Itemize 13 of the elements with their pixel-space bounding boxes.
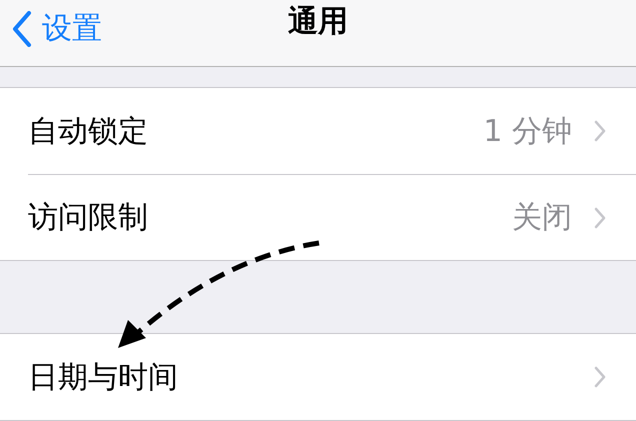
window-title: 通用 xyxy=(288,2,348,40)
chevron-icon xyxy=(594,366,606,388)
row-label: 日期与时间 xyxy=(28,358,179,396)
row-value: 1 分钟 xyxy=(483,112,572,150)
chevron-icon xyxy=(594,206,606,228)
row-label: 访问限制 xyxy=(28,199,149,237)
chevron-icon xyxy=(594,120,606,142)
back-chevron-icon xyxy=(12,10,32,46)
back-button[interactable]: 设置 xyxy=(12,6,102,51)
settings-row[interactable]: 自动锁定 1 分钟 xyxy=(28,88,636,174)
settings-row[interactable]: 访问限制 关闭 xyxy=(28,174,636,260)
row-label: 自动锁定 xyxy=(28,112,149,150)
row-value: 关闭 xyxy=(512,199,572,237)
